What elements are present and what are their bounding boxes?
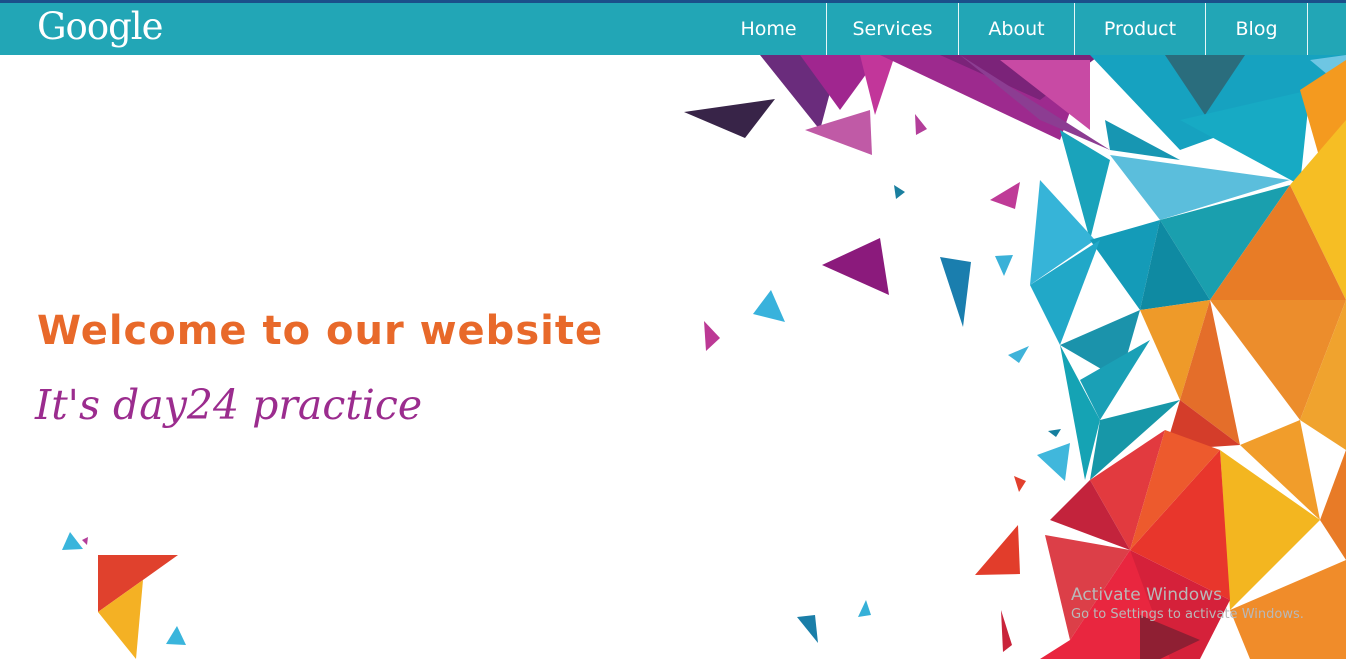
watermark-title: Activate Windows [1071, 585, 1222, 605]
windows-activation-watermark: Activate Windows Go to Settings to activ… [1071, 585, 1304, 622]
main-nav: Home Services About Product Blog [711, 3, 1308, 55]
top-navbar: Google Home Services About Product Blog [0, 3, 1346, 55]
nav-item-about[interactable]: About [959, 3, 1075, 55]
nav-item-home[interactable]: Home [711, 3, 827, 55]
watermark-subtitle: Go to Settings to activate Windows. [1071, 607, 1304, 622]
google-logo[interactable]: Google [37, 5, 164, 48]
nav-item-services[interactable]: Services [827, 3, 959, 55]
nav-item-product[interactable]: Product [1075, 3, 1206, 55]
hero-subline: It's day24 practice [35, 381, 423, 429]
nav-item-blog[interactable]: Blog [1206, 3, 1308, 55]
hero-headline: Welcome to our website [37, 308, 604, 354]
